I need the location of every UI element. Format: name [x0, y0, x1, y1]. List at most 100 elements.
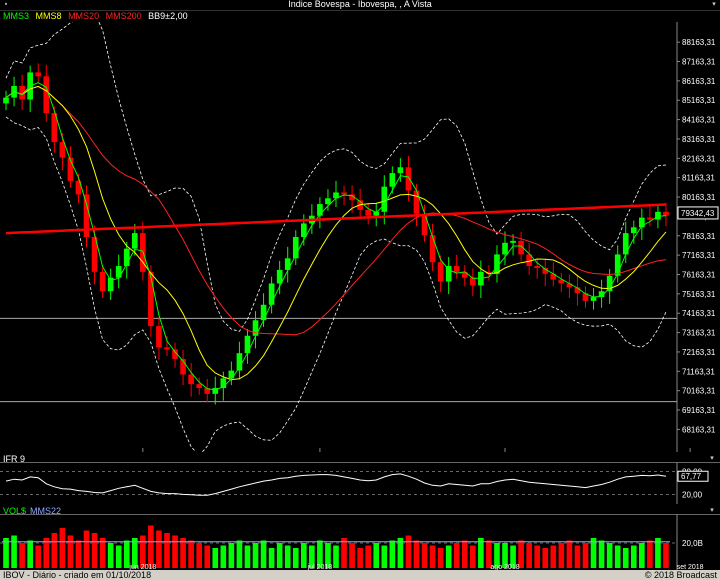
volume-bar — [453, 543, 460, 568]
price-tick-label: 73163,31 — [682, 329, 716, 338]
price-tick-label: 84163,31 — [682, 116, 716, 125]
volume-bar — [115, 545, 122, 568]
candle-body — [421, 213, 428, 236]
volume-bar — [429, 545, 436, 568]
price-tick-label: 75163,31 — [682, 290, 716, 299]
volume-bar — [59, 528, 66, 568]
ifr-chart[interactable]: 80,0020,0067,77 — [0, 462, 720, 504]
candle-body — [437, 262, 444, 282]
candle-body — [156, 326, 162, 348]
window-title: Indice Bovespa - Ibovespa, , A Vista — [288, 0, 432, 9]
ifr-tick-label: 20,00 — [682, 490, 703, 499]
price-tick-label: 71163,31 — [682, 367, 715, 376]
volume-bar — [647, 540, 653, 568]
price-tick-label: 76163,31 — [682, 271, 716, 280]
volume-bar — [260, 540, 267, 568]
price-tick-label: 70163,31 — [682, 387, 716, 396]
mms200-line — [5, 203, 667, 235]
candle-body — [300, 223, 307, 237]
price-tick-label: 68163,31 — [682, 425, 716, 434]
window-titlebar: ▪ Indice Bovespa - Ibovespa, , A Vista ▾ — [0, 0, 720, 11]
legend-mms8: MMS8 — [35, 11, 62, 21]
candle-body — [445, 266, 452, 282]
candle-body — [196, 384, 202, 389]
volume-bar — [373, 543, 380, 568]
volume-bar — [99, 538, 106, 568]
indicator-legend: MMS3 MMS8 MMS20 MMS200 BB9±2,00 — [3, 11, 192, 21]
candle-body — [43, 76, 50, 114]
volume-bar — [51, 533, 58, 568]
volume-bar — [534, 545, 541, 568]
volume-bar — [252, 543, 259, 568]
volume-bar — [405, 535, 412, 568]
volume-bar — [357, 548, 363, 568]
volume-chart[interactable]: 20,0Bjun 2018 jul 2018 ago 2018 set 2018 — [0, 514, 720, 570]
volume-bar — [445, 545, 452, 568]
volume-bar — [212, 548, 219, 568]
volume-bar — [574, 545, 581, 568]
volume-bar — [156, 530, 162, 568]
volume-bar — [43, 538, 50, 568]
candle-body — [389, 173, 396, 187]
volume-bar — [542, 548, 549, 568]
volume-bar — [333, 545, 339, 568]
candle-body — [244, 335, 251, 354]
window-close-icon[interactable]: ▾ — [710, 1, 718, 8]
price-tick-label: 83163,31 — [682, 135, 716, 144]
candle-body — [405, 167, 412, 191]
candle-body — [284, 258, 291, 270]
volume-bar — [148, 525, 154, 568]
volume-bar — [470, 545, 476, 568]
volume-bar — [614, 545, 621, 568]
price-tick-label: 87163,31 — [682, 58, 716, 67]
volume-bar — [35, 545, 42, 568]
volume-bar — [639, 543, 645, 568]
price-tick-label: 81163,31 — [682, 174, 715, 183]
volume-bar — [164, 533, 170, 568]
volume-bar — [188, 540, 194, 568]
legend-mms200: MMS200 — [105, 11, 142, 21]
volume-bar — [478, 538, 484, 568]
candle-body — [647, 217, 653, 220]
vol-tick-label: 20,0B — [682, 539, 703, 548]
candle-body — [590, 297, 597, 301]
volume-bar — [3, 538, 9, 568]
volume-bar — [413, 540, 420, 568]
candle-body — [3, 97, 9, 104]
volume-bar — [655, 538, 661, 568]
volume-bar — [228, 543, 235, 568]
volume-bar — [606, 543, 613, 568]
volume-bar — [365, 545, 372, 568]
legend-mms3: MMS3 — [3, 11, 30, 21]
mms8-line — [5, 85, 667, 381]
volume-bar — [196, 543, 202, 568]
price-tick-label: 78163,31 — [682, 232, 716, 241]
volume-bar — [397, 538, 404, 568]
candle-body — [502, 242, 508, 255]
volume-bar — [220, 545, 227, 568]
legend-mms20: MMS20 — [68, 11, 100, 21]
candle-body — [365, 209, 372, 216]
volume-bar — [180, 538, 186, 568]
status-bar: IBOV - Diário - criado em 01/10/2018 © 2… — [0, 570, 720, 580]
price-tick-label: 74163,31 — [682, 309, 716, 318]
mms3-line — [5, 82, 667, 391]
mms20-line — [5, 85, 667, 336]
volume-bar — [172, 535, 178, 568]
price-tick-label: 88163,31 — [682, 38, 716, 47]
candle-body — [115, 266, 122, 278]
volume-bar — [292, 548, 299, 568]
candle-body — [260, 304, 267, 321]
price-chart[interactable]: 88163,31 87163,31 86163,31 85163,31 84163,31… — [0, 22, 720, 452]
volume-bar — [389, 540, 396, 568]
volume-bar — [421, 543, 428, 568]
volume-bar — [590, 538, 597, 568]
volume-bar — [67, 535, 74, 568]
volume-bar — [598, 540, 605, 568]
volume-bar — [630, 545, 637, 568]
candle-body — [381, 186, 388, 212]
candle-body — [470, 277, 476, 286]
price-tick-label: 82163,31 — [682, 154, 716, 163]
volume-bar — [349, 543, 355, 568]
candle-body — [35, 72, 42, 77]
